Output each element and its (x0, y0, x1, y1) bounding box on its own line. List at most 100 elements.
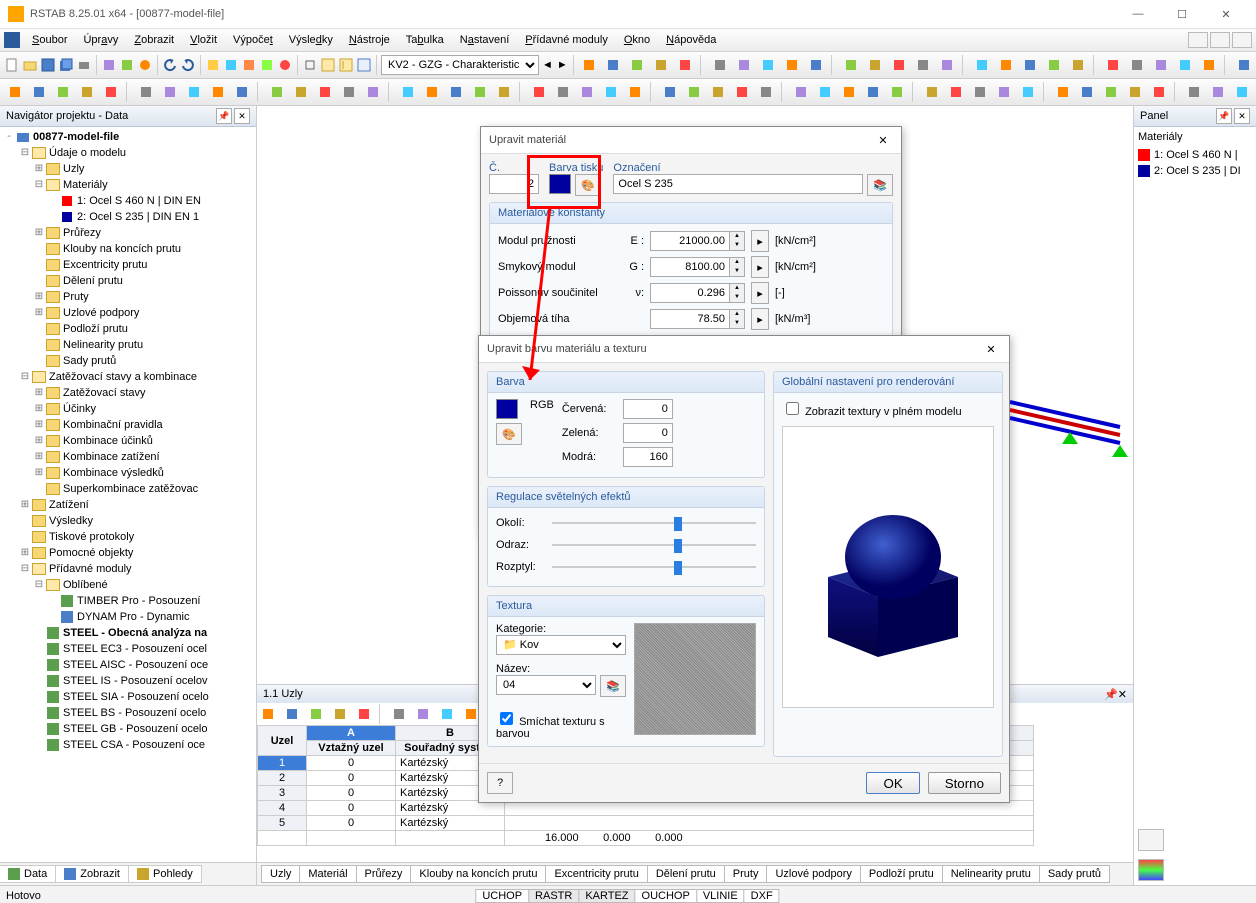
tb-gen-tb2-0[interactable] (4, 81, 26, 103)
tb-gen-tb1rest-15[interactable] (971, 54, 993, 76)
close-button[interactable]: ✕ (1204, 0, 1248, 28)
dlg2-help[interactable]: ? (487, 772, 513, 794)
tree-item-16[interactable]: ⊞Účinky (0, 401, 256, 417)
tb-gen-tb2-44[interactable] (1148, 81, 1170, 103)
tree-item-5[interactable]: ⊞Průřezy (0, 225, 256, 241)
tree-item-19[interactable]: ⊞Kombinace zatížení (0, 449, 256, 465)
dlg2-ambient-slider[interactable] (552, 514, 756, 532)
panel-btn-2[interactable] (1138, 859, 1164, 881)
tb-gen-tb1rest-9[interactable] (805, 54, 827, 76)
mdi-close[interactable] (1232, 32, 1252, 48)
dlg1-close[interactable]: ✕ (873, 130, 893, 150)
tb-gen-tb2-5[interactable] (135, 81, 157, 103)
tb-gen-tb2-26[interactable] (683, 81, 705, 103)
tb-gen-tb2-43[interactable] (1124, 81, 1146, 103)
tb-b1[interactable] (101, 54, 117, 76)
navigator-pin[interactable]: 📌 (216, 108, 232, 124)
tb-new[interactable] (4, 54, 20, 76)
tb-gen-tb1rest-1[interactable] (602, 54, 624, 76)
tb-gen-tb2-22[interactable] (576, 81, 598, 103)
tb-save[interactable] (40, 54, 56, 76)
tb-gen-tb1rest-21[interactable] (1126, 54, 1148, 76)
tb-gen-tb2-16[interactable] (421, 81, 443, 103)
tb-gen-tb2-18[interactable] (469, 81, 491, 103)
tb-gen-tb2-46[interactable] (1207, 81, 1229, 103)
dlg2-r-input[interactable] (623, 399, 673, 419)
tb-gen-tb1rest-0[interactable] (578, 54, 600, 76)
tb-gen-tb1rest-25[interactable] (1233, 54, 1255, 76)
tb-gen-tb2-35[interactable] (921, 81, 943, 103)
navigator-tree[interactable]: - 00877-model-file ⊟Údaje o modelu⊞Uzly⊟… (0, 127, 256, 862)
table-tab-4[interactable]: Excentricity prutu (545, 865, 647, 883)
tb-gen-tb2-10[interactable] (266, 81, 288, 103)
tb-saveall[interactable] (58, 54, 74, 76)
tb-gen-tb1rest-10[interactable] (840, 54, 862, 76)
tree-item-23[interactable]: ·Výsledky (0, 513, 256, 529)
dlg1-e-input[interactable] (650, 231, 730, 251)
panel-close[interactable]: ✕ (1234, 108, 1250, 124)
tb-gen-tb2-31[interactable] (814, 81, 836, 103)
tree-item-27[interactable]: ⊟Oblíbené (0, 577, 256, 593)
tb-gen-tb2-9[interactable] (231, 81, 253, 103)
menu-okno[interactable]: Okno (616, 32, 658, 48)
tb-gen-tb1rest-24[interactable] (1198, 54, 1220, 76)
tb-gen-tb2-11[interactable] (290, 81, 312, 103)
menu-nastroje[interactable]: Nástroje (341, 32, 398, 48)
material-row-1[interactable]: 1: Ocel S 460 N | (1138, 147, 1252, 163)
dlg1-e-btn[interactable]: ▸ (751, 230, 769, 252)
tree-item-30[interactable]: ·STEEL - Obecná analýza na (0, 625, 256, 641)
panel-pin[interactable]: 📌 (1216, 108, 1232, 124)
tb-gen-tb2-3[interactable] (76, 81, 98, 103)
tb-gen-tb2-20[interactable] (528, 81, 550, 103)
dlg2-color-picker[interactable]: 🎨 (496, 423, 522, 445)
dlg2-mix-check[interactable]: Smíchat texturu s barvou (496, 716, 605, 740)
tree-item-11[interactable]: ·Podloží prutu (0, 321, 256, 337)
tb-gen-tb1rest-20[interactable] (1102, 54, 1124, 76)
table-tab-5[interactable]: Dělení prutu (647, 865, 725, 883)
tree-item-14[interactable]: ⊟Zatěžovací stavy a kombinace (0, 369, 256, 385)
menu-tabulka[interactable]: Tabulka (398, 32, 452, 48)
tb-gen-tb2-14[interactable] (362, 81, 384, 103)
dlg2-color-swatch[interactable] (496, 399, 518, 419)
table-tab-8[interactable]: Podloží prutu (860, 865, 943, 883)
tb-gen-tb1rest-14[interactable] (936, 54, 958, 76)
tb-gen-gridtb-3[interactable] (329, 703, 351, 725)
menu-vypocet[interactable]: Výpočet (225, 32, 281, 48)
tree-item-8[interactable]: ·Dělení prutu (0, 273, 256, 289)
tb-gen-tb2-2[interactable] (52, 81, 74, 103)
tb-b3[interactable] (137, 54, 153, 76)
tb-gen-tb1rest-18[interactable] (1043, 54, 1065, 76)
tb-redo[interactable] (180, 54, 196, 76)
nav-tab-data[interactable]: Data (0, 865, 56, 883)
tb-gen-tb2-36[interactable] (945, 81, 967, 103)
menu-nastaveni[interactable]: Nastavení (452, 32, 518, 48)
tb-d1[interactable] (302, 54, 318, 76)
tb-gen-gridtb-7[interactable] (436, 703, 458, 725)
col-uzel[interactable]: Uzel (258, 726, 307, 756)
tb-gen-tb2-15[interactable] (397, 81, 419, 103)
tb-gen-tb2-21[interactable] (552, 81, 574, 103)
tb-gen-tb1rest-17[interactable] (1019, 54, 1041, 76)
tree-item-28[interactable]: ·TIMBER Pro - Posouzení (0, 593, 256, 609)
tree-item-4[interactable]: ·2: Ocel S 235 | DIN EN 1 (0, 209, 256, 225)
panel-btn-1[interactable] (1138, 829, 1164, 851)
tree-item-31[interactable]: ·STEEL EC3 - Posouzení ocel (0, 641, 256, 657)
tb-gen-tb1rest-8[interactable] (781, 54, 803, 76)
tb-nav-prev[interactable]: ◄ (541, 54, 554, 76)
tree-item-0[interactable]: ⊟Údaje o modelu (0, 145, 256, 161)
dlg2-tex-lib[interactable]: 📚 (600, 675, 626, 697)
menu-vysledky[interactable]: Výsledky (281, 32, 341, 48)
table-tab-0[interactable]: Uzly (261, 865, 300, 883)
tree-item-34[interactable]: ·STEEL SIA - Posouzení ocelo (0, 689, 256, 705)
tb-gen-tb2-1[interactable] (28, 81, 50, 103)
dlg2-g-input[interactable] (623, 423, 673, 443)
col-vztazny[interactable]: Vztažný uzel (307, 741, 396, 756)
navigator-close[interactable]: ✕ (234, 108, 250, 124)
dlg1-color-picker[interactable]: 🎨 (575, 174, 601, 196)
dlg2-reflect-slider[interactable] (552, 536, 756, 554)
tree-item-13[interactable]: ·Sady prutů (0, 353, 256, 369)
dlg1-num-input[interactable] (489, 174, 539, 194)
tb-gen-gridtb-4[interactable] (353, 703, 375, 725)
tree-item-33[interactable]: ·STEEL IS - Posouzení ocelov (0, 673, 256, 689)
dlg1-g-input[interactable] (650, 257, 730, 277)
